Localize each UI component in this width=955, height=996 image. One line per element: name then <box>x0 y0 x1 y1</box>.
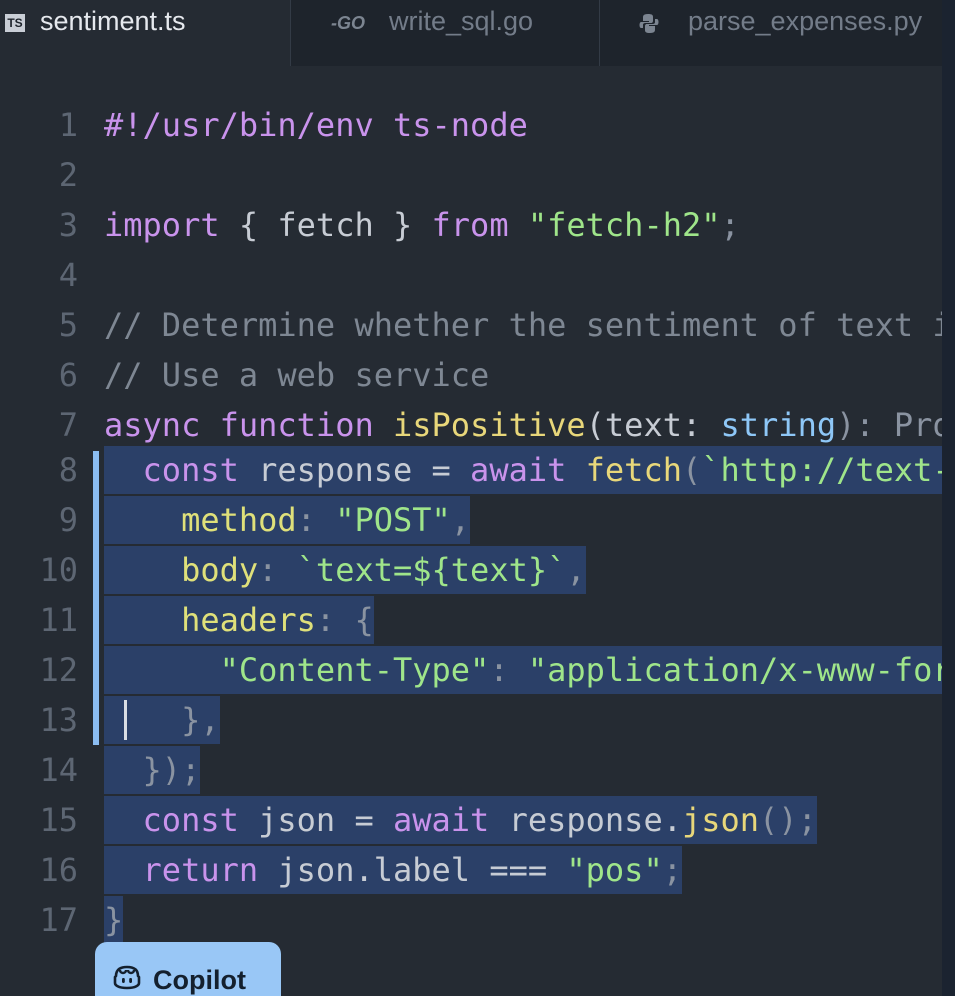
tab-sentiment-ts[interactable]: TS sentiment.ts <box>0 0 291 66</box>
code-text: return json.label === "pos"; <box>104 846 682 894</box>
code-editor[interactable]: TS sentiment.ts -GO write_sql.go parse_e… <box>0 0 942 996</box>
tab-label: sentiment.ts <box>40 6 186 36</box>
line-number: 10 <box>39 551 78 589</box>
line-number: 11 <box>39 601 78 639</box>
line-number: 14 <box>39 751 78 789</box>
code-comment: // Use a web service <box>104 356 490 394</box>
code-text: const json = await response.json(); <box>104 796 817 844</box>
code-line: 16 return json.label === "pos"; <box>0 846 942 894</box>
code-line: 9 method: "POST", <box>0 496 942 544</box>
line-number: 2 <box>58 156 78 194</box>
code-line: 11 headers: { <box>0 596 942 644</box>
tab-label: parse_expenses.py <box>688 6 923 36</box>
code-line: 12 "Content-Type": "application/x-www-fo… <box>0 646 942 694</box>
copilot-icon <box>113 965 141 990</box>
line-number: 3 <box>58 206 78 244</box>
code-line: 1 #!/usr/bin/env ts-node <box>0 101 942 149</box>
tab-parse-expenses-py[interactable]: parse_expenses.py <box>600 0 942 66</box>
code-text: } <box>104 896 124 944</box>
line-number: 9 <box>58 501 78 539</box>
tab-write-sql-go[interactable]: -GO write_sql.go <box>291 0 600 66</box>
line-number: 12 <box>39 651 78 689</box>
code-text: "Content-Type": "application/x-www-form-… <box>104 646 942 694</box>
tab-label: write_sql.go <box>389 6 534 36</box>
code-line: 10 body: `text=${text}`, <box>0 546 942 594</box>
code-text: }); <box>104 746 201 794</box>
line-number: 16 <box>39 851 78 889</box>
code-line: 7 async function isPositive(text: string… <box>0 401 942 449</box>
line-number: 5 <box>58 306 78 344</box>
code-text: }, <box>104 696 220 744</box>
line-number: 6 <box>58 356 78 394</box>
code-text: method: "POST", <box>104 496 471 544</box>
code-line: 15 const json = await response.json(); <box>0 796 942 844</box>
code-line: 6 // Use a web service <box>0 351 942 399</box>
text-cursor <box>124 700 127 740</box>
code-line: 3 import { fetch } from "fetch-h2"; <box>0 201 942 249</box>
code-line: 13 }, <box>0 696 942 744</box>
code-text: #!/usr/bin/env ts-node <box>104 106 528 144</box>
typescript-file-icon: TS <box>5 14 25 32</box>
code-line: 17 } <box>0 896 942 944</box>
line-number: 8 <box>58 451 78 489</box>
line-number: 13 <box>39 701 78 739</box>
copilot-label: Copilot <box>153 965 246 995</box>
line-number: 1 <box>58 106 78 144</box>
right-panel-edge <box>942 0 955 996</box>
code-line: 14 }); <box>0 746 942 794</box>
python-file-icon <box>639 14 659 33</box>
code-line: 2 <box>0 151 942 199</box>
code-line: 5 // Determine whether the sentiment of … <box>0 301 942 349</box>
tab-bar: TS sentiment.ts -GO write_sql.go parse_e… <box>0 0 942 66</box>
line-number: 7 <box>58 406 78 444</box>
line-number: 17 <box>39 901 78 939</box>
go-file-icon: -GO <box>331 13 366 33</box>
code-text: const response = await fetch(`http://tex… <box>104 446 942 494</box>
code-text: async function isPositive(text: string):… <box>104 406 942 444</box>
line-number: 15 <box>39 801 78 839</box>
code-text: body: `text=${text}`, <box>104 546 586 594</box>
line-number: 4 <box>58 256 78 294</box>
code-line: 4 <box>0 251 942 299</box>
code-text: headers: { <box>104 596 374 644</box>
code-text: import { fetch } from "fetch-h2"; <box>104 206 740 244</box>
copilot-tab[interactable]: Copilot <box>95 942 281 996</box>
code-line: 8 const response = await fetch(`http://t… <box>0 446 942 494</box>
suggestion-gutter-marker <box>93 451 99 745</box>
code-comment: // Determine whether the sentiment of te… <box>104 306 942 344</box>
